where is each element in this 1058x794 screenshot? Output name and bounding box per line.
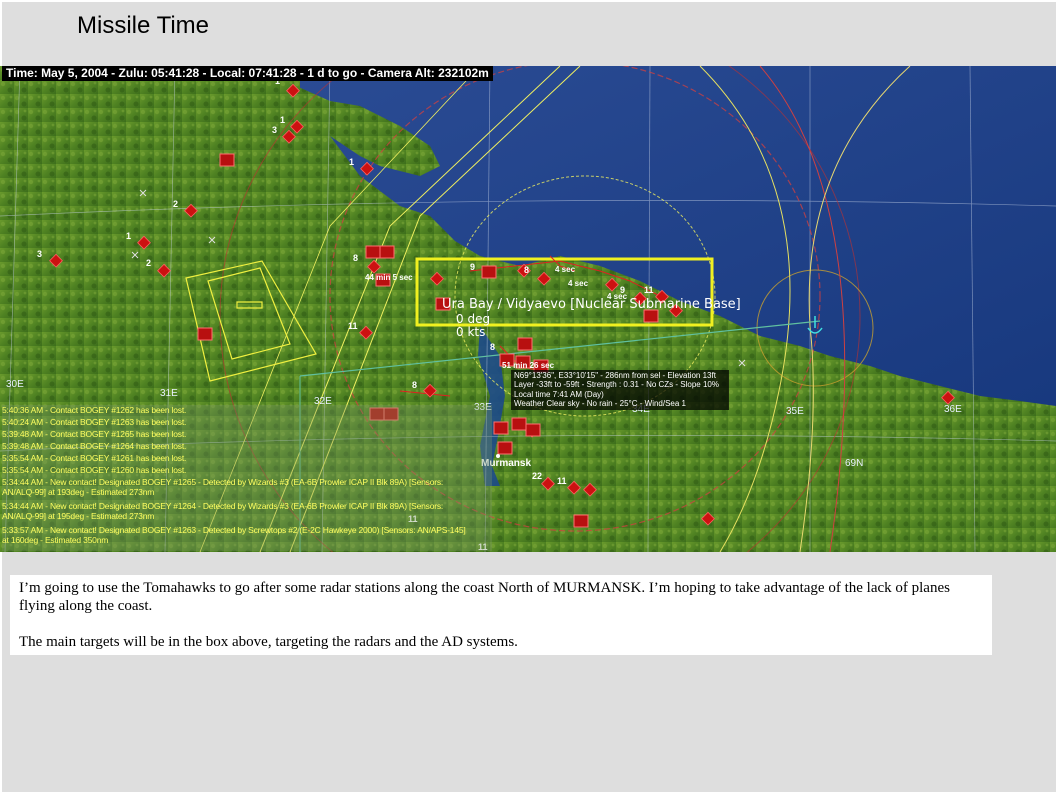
log-entry: 5:33:57 AM - New contact! Designated BOG… [2,525,466,535]
unit-label: 11 [348,321,358,331]
unit-label: 1 [280,115,286,125]
info-coordinates: N69°13'36", E33°10'15" - 286nm from sel … [514,371,716,380]
log-entry: 5:34:44 AM - New contact! Designated BOG… [2,477,444,487]
unit-label: 8 [412,380,418,390]
eta-timer: 44 min 5 sec [365,273,413,282]
unit-label: 8 [524,265,530,275]
log-entry: at 160deg - Estimated 350nm [2,535,109,545]
selected-base-name[interactable]: Ura Bay / Vidyaevo [Nuclear Submarine Ba… [442,297,741,312]
info-layer: Layer -33ft to -59ft - Strength : 0.31 -… [514,380,719,390]
longitude-label: 31E [160,388,178,399]
message-log[interactable]: 5:40:36 AM - Contact BOGEY #1262 has bee… [2,405,492,551]
longitude-label: 35E [786,406,804,417]
eta-timer: 4 sec [568,279,589,288]
page: Missile Time 1 1 3 1 2 1 2 3 8 9 8 11 8 … [0,0,1058,794]
unit-label: 3 [272,125,278,135]
log-entry: 5:39:48 AM - Contact BOGEY #1265 has bee… [2,429,187,439]
notes-paragraph-2: The main targets will be in the box abov… [19,634,518,650]
selected-base-heading: 0 deg [456,312,491,326]
notes-paragraph-1: I’m going to use the Tomahawks to go aft… [19,580,950,614]
unit-label: 1 [126,231,132,241]
unit-label: 2 [146,258,152,268]
log-entry: 5:39:48 AM - Contact BOGEY #1264 has bee… [2,441,187,451]
unit-label: 1 [349,157,355,167]
log-entry: 5:35:54 AM - Contact BOGEY #1261 has bee… [2,453,187,463]
slide-title: Missile Time [77,12,210,39]
unit-label: 11 [557,476,567,486]
log-entry: AN/ALQ-99] at 195deg - Estimated 273nm [2,511,155,521]
info-weather: Weather Clear sky - No rain - 25°C - Win… [514,399,686,409]
unit-label: 8 [353,253,359,263]
latitude-label: 69N [845,458,864,469]
notes-text-box: I’m going to use the Tomahawks to go aft… [10,575,992,655]
longitude-label: 36E [944,404,962,415]
unit-label: 2 [173,199,179,209]
log-entry: 5:35:54 AM - Contact BOGEY #1260 has bee… [2,465,187,475]
unit-label: 8 [490,342,496,352]
log-entry: 5:40:36 AM - Contact BOGEY #1262 has bee… [2,405,187,415]
status-bar: Time: May 5, 2004 - Zulu: 05:41:28 - Loc… [2,66,493,81]
info-local-time: Local time 7:41 AM (Day) [514,389,604,399]
unit-label: 3 [37,249,43,259]
unit-label: 9 [470,262,476,272]
log-entry: 5:34:44 AM - New contact! Designated BOG… [2,501,444,511]
eta-timer: 4 sec [555,265,576,274]
log-entry: AN/ALQ-99] at 193deg - Estimated 273nm [2,487,155,497]
unit-label: 11 [644,285,654,295]
location-info-box: N69°13'36", E33°10'15" - 286nm from sel … [511,370,729,410]
eta-timer: 51 min 26 sec [502,361,555,370]
log-entry: 5:40:24 AM - Contact BOGEY #1263 has bee… [2,417,187,427]
longitude-label: 30E [6,379,24,390]
selected-base-speed: 0 kts [456,325,486,339]
unit-label: 22 [532,471,543,481]
tactical-map[interactable]: 1 1 3 1 2 1 2 3 8 9 8 11 8 11 9 8 22 11 … [0,66,1056,552]
